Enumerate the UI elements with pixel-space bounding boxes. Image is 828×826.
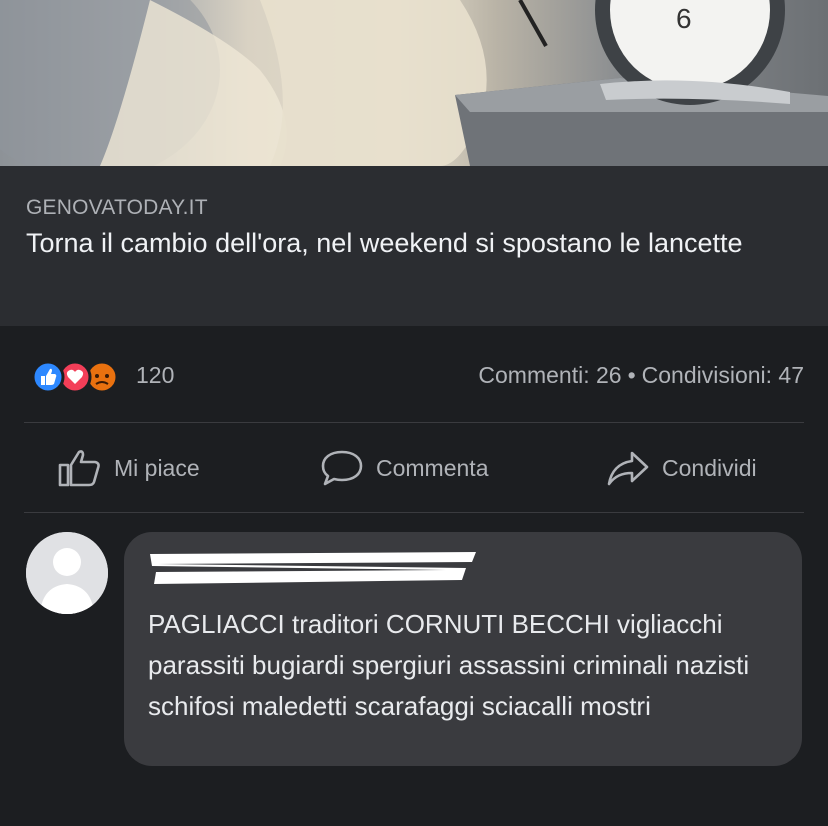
reaction-count[interactable]: 120 <box>136 362 174 389</box>
redacted-author-name <box>150 552 476 584</box>
divider <box>24 422 804 423</box>
thumbs-up-icon <box>58 450 100 487</box>
link-preview-card[interactable]: GENOVATODAY.IT Torna il cambio dell'ora,… <box>0 166 828 326</box>
comment-button[interactable]: Commenta <box>320 446 488 490</box>
link-headline[interactable]: Torna il cambio dell'ora, nel weekend si… <box>26 224 816 262</box>
default-profile-icon <box>26 532 108 614</box>
like-icon <box>31 360 65 394</box>
alarm-clock-photo: 6 <box>0 0 828 166</box>
speech-bubble-icon <box>321 450 363 486</box>
share-button[interactable]: Condividi <box>606 446 757 490</box>
post-stats: Commenti: 26 • Condivisioni: 47 <box>478 362 804 389</box>
like-button[interactable]: Mi piace <box>58 446 200 490</box>
comment-label: Commenta <box>376 454 489 481</box>
comments-count[interactable]: Commenti: 26 <box>478 362 621 388</box>
shares-count[interactable]: Condivisioni: 47 <box>642 362 804 388</box>
like-label: Mi piace <box>114 454 200 481</box>
link-preview-image[interactable]: 6 <box>0 0 828 166</box>
divider <box>24 512 804 513</box>
svg-text:6: 6 <box>676 3 692 34</box>
avatar[interactable] <box>26 532 108 614</box>
link-domain: GENOVATODAY.IT <box>26 196 208 219</box>
comment-section: PAGLIACCI traditori CORNUTI BECCHI vigli… <box>0 516 828 826</box>
comment-bubble[interactable]: PAGLIACCI traditori CORNUTI BECCHI vigli… <box>124 532 802 766</box>
reactions-bar: 120 Commenti: 26 • Condivisioni: 47 <box>0 326 828 422</box>
reaction-icons[interactable] <box>24 360 134 394</box>
post-actions: Mi piace Commenta Condividi <box>0 424 828 512</box>
comment-text: PAGLIACCI traditori CORNUTI BECCHI vigli… <box>148 609 750 721</box>
stats-separator: • <box>627 362 636 388</box>
share-arrow-icon <box>607 451 649 486</box>
share-label: Condividi <box>662 454 757 481</box>
